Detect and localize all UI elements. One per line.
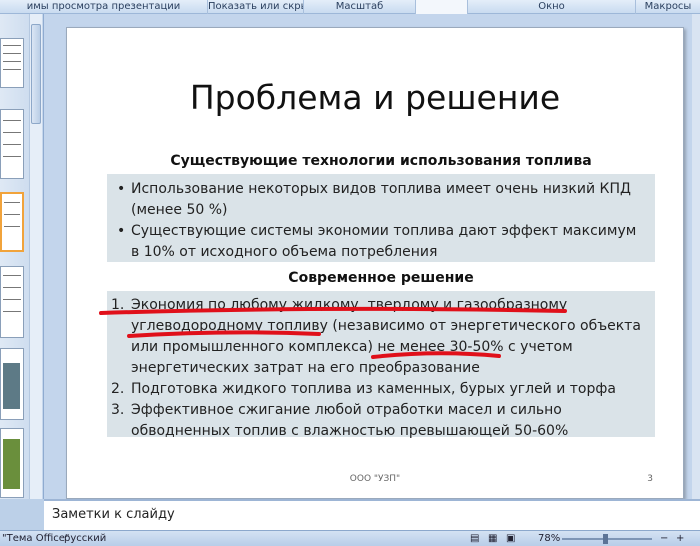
item-number: 2.	[111, 381, 125, 397]
slide-thumbnail[interactable]	[0, 348, 24, 420]
ribbon-group-show-hide[interactable]: Показать или скрыть	[208, 0, 304, 14]
zoom-in-icon[interactable]: +	[676, 533, 684, 544]
ribbon-group-macros[interactable]: Макросы	[636, 0, 700, 14]
slideshow-icon[interactable]: ▣	[506, 533, 515, 544]
ribbon-group-window[interactable]: Окно	[468, 0, 636, 14]
slide-title[interactable]: Проблема и решение	[67, 78, 683, 117]
section2-numbered-box[interactable]: 1. Экономия по любому жидкому, твердому …	[107, 291, 655, 439]
thumbnail-scrollbar[interactable]	[29, 14, 42, 499]
language-indicator[interactable]: русский	[64, 533, 106, 544]
slide-thumbnail[interactable]	[0, 38, 24, 88]
normal-view-icon[interactable]: ▤	[470, 533, 479, 544]
theme-name: "Тема Office"	[2, 533, 70, 544]
slide-footer: ООО "УЗП"	[349, 474, 401, 484]
ribbon-group-blank	[416, 0, 468, 14]
notes-pane[interactable]: Заметки к слайду	[44, 499, 700, 530]
item-number: 1.	[111, 297, 125, 313]
slide-page-number: 3	[647, 474, 653, 484]
ribbon-group-presentation-views[interactable]: имы просмотра презентации	[0, 0, 208, 14]
slide-thumbnail[interactable]	[0, 428, 24, 498]
numbered-item: 3. Эффективное сжигание любой отработки …	[111, 400, 647, 442]
item-text: Экономия по любому жидкому, твердому и г…	[131, 297, 641, 376]
section2-heading[interactable]: Современное решение	[107, 270, 655, 286]
section1-heading[interactable]: Существующие технологии использования то…	[107, 153, 655, 169]
status-bar: "Тема Office" русский ▤ ▦ ▣ 78% − +	[0, 530, 700, 546]
bullet-item: Существующие системы экономии топлива да…	[117, 221, 647, 263]
notes-placeholder: Заметки к слайду	[52, 507, 175, 522]
ribbon-group-zoom[interactable]: Масштаб	[304, 0, 416, 14]
slide-thumbnail-selected[interactable]	[0, 192, 24, 252]
canvas-scrollbar[interactable]	[692, 14, 700, 499]
ribbon-group-labels: имы просмотра презентации Показать или с…	[0, 0, 700, 14]
slide-thumbnail[interactable]	[0, 109, 24, 179]
slide-sorter-icon[interactable]: ▦	[488, 533, 497, 544]
zoom-level[interactable]: 78%	[538, 533, 560, 544]
zoom-slider-handle[interactable]	[603, 534, 608, 544]
section1-bullet-box[interactable]: Использование некоторых видов топлива им…	[107, 174, 655, 262]
item-text: Эффективное сжигание любой отработки мас…	[131, 402, 569, 439]
slide-thumbnail[interactable]	[0, 266, 24, 338]
numbered-item: 2. Подготовка жидкого топлива из каменны…	[111, 379, 647, 400]
scrollbar-thumb[interactable]	[31, 24, 41, 124]
bullet-item: Использование некоторых видов топлива им…	[117, 179, 647, 221]
slide[interactable]: Проблема и решение Существующие технолог…	[66, 27, 684, 499]
slide-editing-area: Проблема и решение Существующие технолог…	[44, 14, 700, 499]
slides-thumbnail-panel	[0, 14, 44, 499]
zoom-out-icon[interactable]: −	[660, 533, 668, 544]
item-text: Подготовка жидкого топлива из каменных, …	[131, 381, 616, 397]
item-number: 3.	[111, 402, 125, 418]
numbered-item: 1. Экономия по любому жидкому, твердому …	[111, 295, 647, 379]
